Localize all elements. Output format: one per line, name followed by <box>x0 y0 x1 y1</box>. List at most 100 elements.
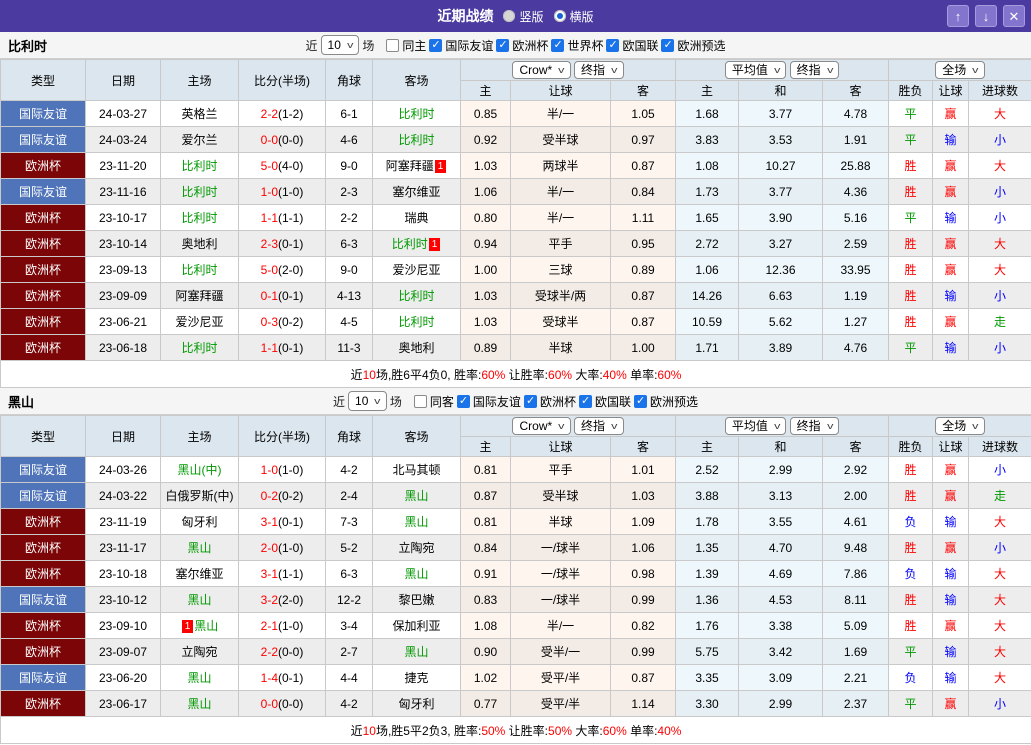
col-header-0: 类型 <box>0 415 86 457</box>
half-time-score: (1-0) <box>278 540 304 555</box>
summary-part: 60% <box>657 367 682 382</box>
result-handicap: 输 <box>932 334 970 361</box>
away-team-name: 匈牙利 <box>398 697 435 711</box>
full-time-score: 0-0 <box>260 132 278 147</box>
col-header-0: 类型 <box>0 59 86 101</box>
layout-horizontal-radio[interactable]: 横版 <box>553 8 594 25</box>
near-label: 近 <box>333 394 346 409</box>
full-time-score: 1-0 <box>260 184 278 199</box>
result-goals: 小 <box>968 178 1031 205</box>
sub-header-8: 进球数 <box>968 436 1031 457</box>
league-checkbox-4[interactable] <box>661 38 675 52</box>
summary-part: 让胜率: <box>505 367 549 382</box>
same-venue-checkbox[interactable] <box>413 394 427 408</box>
corner-count: 11-3 <box>325 334 373 361</box>
score-cell: 0-0(0-0) <box>238 126 326 153</box>
home-team-name: 比利时 <box>181 159 218 173</box>
full-time-score: 1-0 <box>260 462 278 477</box>
match-date: 23-06-21 <box>85 308 161 335</box>
bookmaker-select[interactable]: Crow* v <box>512 61 571 79</box>
league-checkbox-1[interactable] <box>523 394 537 408</box>
avg-draw: 4.53 <box>738 586 823 613</box>
away-team-name: 立陶宛 <box>398 541 435 555</box>
avg-away: 1.91 <box>821 126 890 153</box>
average-select[interactable]: 平均值 v <box>724 417 787 435</box>
league-checkbox-3[interactable] <box>606 38 620 52</box>
score-cell: 3-1(0-1) <box>238 508 326 535</box>
league-label-2: 欧国联 <box>594 394 631 409</box>
odds-away: 0.87 <box>610 152 676 179</box>
avg-dropdown-group: 平均值 v 终指 v <box>674 59 890 81</box>
handicap: 半/一 <box>510 612 611 639</box>
corner-count: 4-6 <box>325 126 373 153</box>
away-team-name: 奥地利 <box>398 341 435 355</box>
avg-away: 4.61 <box>821 508 890 535</box>
league-label-3: 欧国联 <box>622 38 659 53</box>
corner-count: 2-7 <box>325 638 373 665</box>
match-count-select[interactable]: 10 v <box>348 391 387 411</box>
result-handicap: 赢 <box>932 178 970 205</box>
match-count-select-value: 10 <box>355 394 369 408</box>
handicap: 一/球半 <box>510 586 611 613</box>
half-time-score: (0-1) <box>278 670 304 685</box>
bookmaker-select[interactable]: Crow* v <box>512 417 571 435</box>
chevron-down-icon: v <box>558 65 565 75</box>
table-row: 欧洲杯 23-11-20 比利时 5-0(4-0) 9-0 阿塞拜疆 1 1.03 两球半 0.8… <box>0 152 1031 179</box>
away-team-name: 比利时 <box>398 289 435 303</box>
avg-draw: 3.77 <box>738 100 823 127</box>
odds-time-select[interactable]: 终指 v <box>574 61 624 79</box>
col-header-1: 日期 <box>85 415 161 457</box>
half-time-score: (4-0) <box>278 158 304 173</box>
avg-draw: 3.27 <box>738 230 823 257</box>
result-wdl: 平 <box>888 690 934 717</box>
sub-header-4: 和 <box>738 436 823 457</box>
league-checkbox-2[interactable] <box>578 394 592 408</box>
league-checkbox-3[interactable] <box>633 394 647 408</box>
avg-away: 1.69 <box>821 638 890 665</box>
away-team-name: 捷克 <box>404 671 429 685</box>
league-checkbox-1[interactable] <box>496 38 510 52</box>
home-team-name: 阿塞拜疆 <box>175 289 224 303</box>
red-card-badge: 1 <box>181 620 194 633</box>
close-button[interactable]: ✕ <box>1003 5 1025 27</box>
move-down-button[interactable]: ↓ <box>975 5 997 27</box>
half-time-score: (2-0) <box>278 262 304 277</box>
league-checkbox-0[interactable] <box>429 38 443 52</box>
avg-time-select[interactable]: 终指 v <box>789 417 840 435</box>
sub-header-2: 客 <box>610 80 676 101</box>
average-select[interactable]: 平均值 v <box>724 61 787 79</box>
result-wdl: 负 <box>888 560 934 587</box>
summary-part: 大率: <box>572 723 603 738</box>
period-select[interactable]: 全场 v <box>935 417 985 435</box>
odds-time-select[interactable]: 终指 v <box>574 417 624 435</box>
avg-draw: 3.89 <box>738 334 823 361</box>
chevron-down-icon: v <box>374 396 381 406</box>
odds-away: 0.84 <box>610 178 676 205</box>
table-row: 国际友谊 24-03-22 白俄罗斯(中) 0-2(0-2) 2-4 黑山 0.87 受半球 1… <box>0 482 1031 509</box>
match-count-select[interactable]: 10 v <box>320 35 360 55</box>
odds-home: 0.81 <box>460 456 511 483</box>
move-up-button[interactable]: ↑ <box>947 5 969 27</box>
odds-home: 0.94 <box>460 230 511 257</box>
away-team: 奥地利 <box>372 334 461 361</box>
league-checkbox-0[interactable] <box>456 394 470 408</box>
full-time-score: 2-1 <box>260 618 278 633</box>
result-handicap: 赢 <box>932 690 970 717</box>
corner-count: 4-4 <box>325 664 373 691</box>
match-type-badge: 欧洲杯 <box>0 508 86 535</box>
col-header-2: 主场 <box>160 415 239 457</box>
home-team: 黑山 <box>160 534 239 561</box>
avg-time-select[interactable]: 终指 v <box>789 61 840 79</box>
full-time-score: 0-3 <box>260 314 278 329</box>
same-venue-checkbox[interactable] <box>386 38 400 52</box>
league-checkbox-2[interactable] <box>551 38 565 52</box>
col-header-5: 客场 <box>372 415 461 457</box>
avg-home: 1.36 <box>675 586 739 613</box>
corner-count: 4-13 <box>325 282 373 309</box>
away-team: 比利时 <box>372 308 461 335</box>
games-label: 场 <box>362 38 375 53</box>
odds-home: 0.87 <box>460 482 511 509</box>
layout-vertical-radio[interactable]: 竖版 <box>503 8 544 25</box>
avg-away: 25.88 <box>821 152 890 179</box>
period-select[interactable]: 全场 v <box>935 61 985 79</box>
